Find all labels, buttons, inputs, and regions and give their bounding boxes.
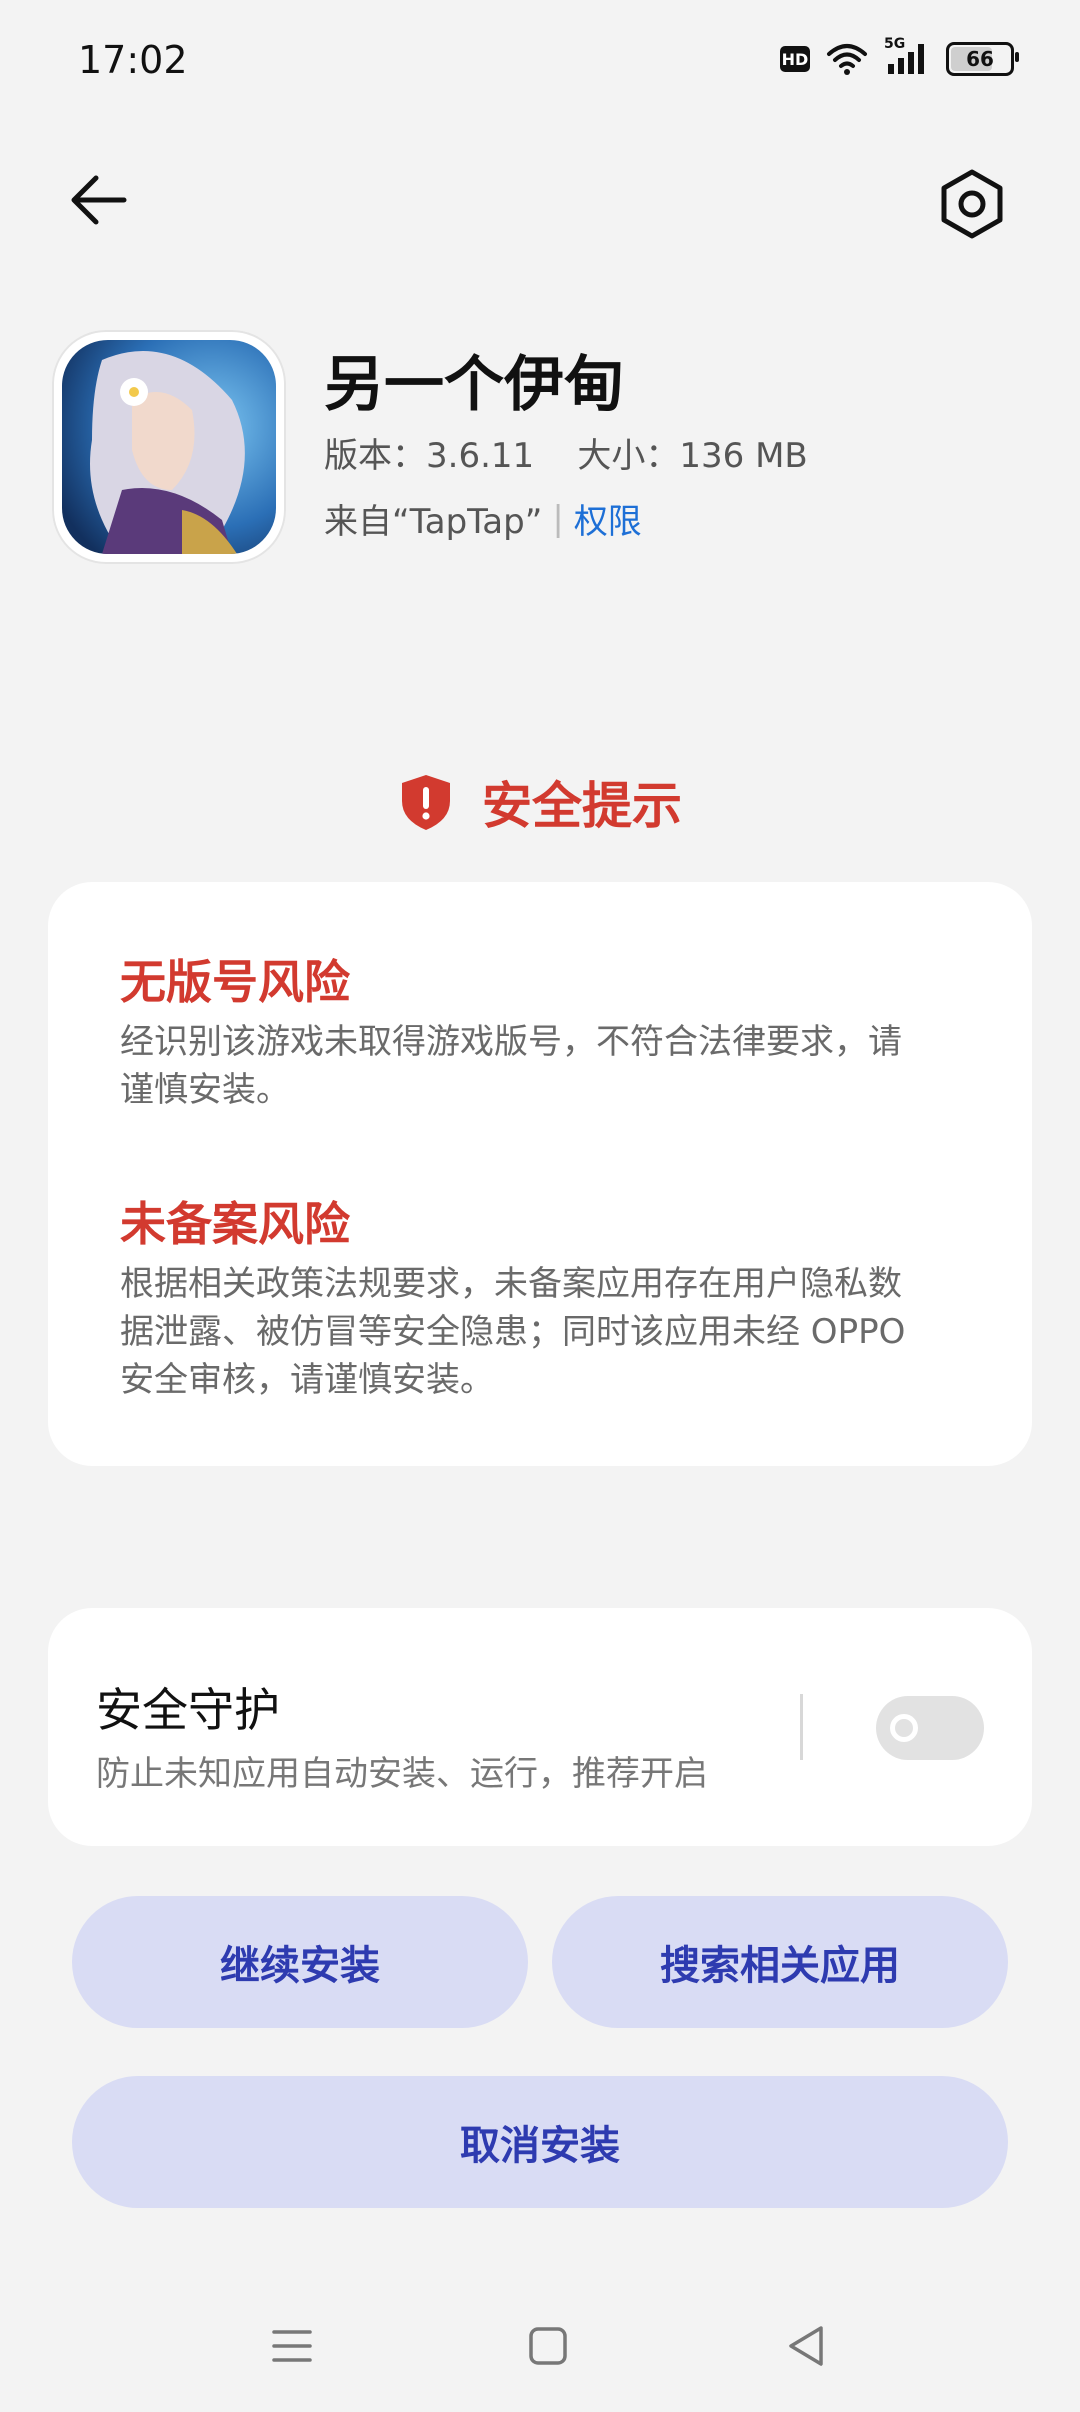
status-time: 17:02: [78, 38, 188, 82]
shield-alert-icon: [402, 775, 450, 830]
settings-button[interactable]: [932, 164, 1012, 244]
risk-description: 经识别该游戏未取得游戏版号，不符合法律要求，请 谨慎安装。: [120, 1018, 1000, 1114]
protection-title: 安全守护: [96, 1683, 280, 1737]
hd-badge: HD: [780, 46, 810, 72]
protection-description: 防止未知应用自动安装、运行，推荐开启: [96, 1754, 708, 1794]
nav-home-button[interactable]: [528, 2326, 568, 2366]
nav-back-button[interactable]: [786, 2324, 826, 2368]
battery-indicator: 66: [946, 42, 1019, 76]
search-related-apps-button[interactable]: 搜索相关应用: [552, 1896, 1008, 2028]
signal-indicator: 5G: [884, 36, 930, 76]
app-version-size: 版本：3.6.11 大小：136 MB: [324, 436, 808, 476]
signal-icon: [888, 44, 924, 74]
risk-card: 无版号风险 经识别该游戏未取得游戏版号，不符合法律要求，请 谨慎安装。 未备案风…: [48, 882, 1032, 1466]
protection-toggle[interactable]: [876, 1696, 984, 1760]
permissions-link[interactable]: 权限: [574, 494, 642, 543]
risk-description-line: 据泄露、被仿冒等安全隐患；同时该应用未经 OPPO: [120, 1312, 906, 1352]
risk-description-line: 谨慎安装。: [120, 1070, 290, 1110]
back-button[interactable]: [64, 164, 136, 236]
toggle-knob: [890, 1714, 918, 1742]
triangle-back-icon: [789, 2326, 823, 2366]
app-icon-artwork: [62, 340, 276, 554]
battery-level: 66: [966, 47, 994, 71]
risk-title: 未备案风险: [120, 1197, 350, 1251]
security-title: 安全提示: [482, 777, 682, 835]
menu-icon: [272, 2330, 312, 2362]
app-name: 另一个伊甸: [324, 350, 624, 420]
nav-menu-button[interactable]: [272, 2326, 312, 2366]
divider: [800, 1694, 803, 1760]
app-source: 来自“TapTap”: [324, 502, 543, 542]
status-icons: HD 5G 66: [780, 36, 1019, 76]
risk-description: 根据相关政策法规要求，未备案应用存在用户隐私数 据泄露、被仿冒等安全隐患；同时该…: [120, 1260, 1000, 1404]
risk-description-line: 根据相关政策法规要求，未备案应用存在用户隐私数: [120, 1264, 902, 1304]
separator: |: [552, 498, 564, 539]
arrow-left-icon: [71, 175, 127, 225]
risk-description-line: 经识别该游戏未取得游戏版号，不符合法律要求，请: [120, 1022, 902, 1062]
app-icon: [52, 330, 286, 564]
risk-title: 无版号风险: [120, 955, 350, 1009]
security-header: 安全提示: [0, 766, 1080, 838]
hexagon-gear-icon: [941, 169, 1003, 239]
cancel-install-button[interactable]: 取消安装: [72, 2076, 1008, 2208]
continue-install-button[interactable]: 继续安装: [72, 1896, 528, 2028]
risk-description-line: 安全审核，请谨慎安装。: [120, 1360, 494, 1400]
app-source-row: 来自“TapTap” | 权限: [324, 494, 642, 543]
square-home-icon: [529, 2327, 567, 2365]
security-protection-card: 安全守护 防止未知应用自动安装、运行，推荐开启: [48, 1608, 1032, 1846]
wifi-icon: [827, 44, 867, 75]
